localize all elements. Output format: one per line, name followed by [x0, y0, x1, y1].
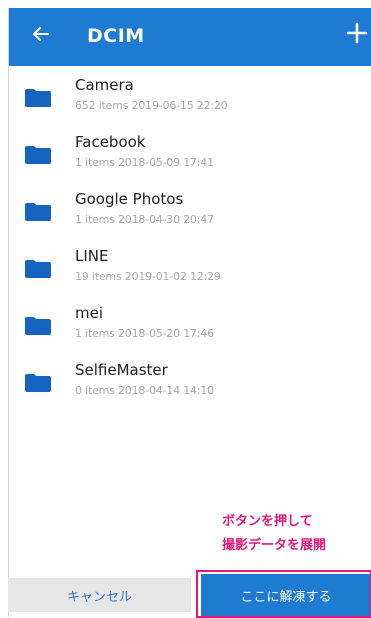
folder-row-facebook[interactable]: Facebook 1 items 2018-05-09 17:41 [9, 123, 371, 180]
folder-icon [25, 203, 51, 221]
folder-name: Camera [75, 76, 134, 94]
back-button[interactable] [27, 22, 55, 50]
folder-meta: 1 items 2018-05-20 17:46 [75, 327, 214, 340]
arrow-left-icon [31, 24, 51, 48]
folder-meta: 652 items 2019-06-15 22:20 [75, 99, 228, 112]
annotation-line-2: 撮影データを展開 [222, 538, 327, 553]
plus-icon [346, 22, 368, 48]
folder-meta: 1 items 2018-05-09 17:41 [75, 156, 214, 169]
annotation-callout: ボタンを押して 撮影データを展開 [222, 510, 326, 558]
add-folder-button[interactable] [342, 20, 371, 50]
folder-meta: 1 items 2018-04-30 20:47 [75, 213, 214, 226]
folder-icon [25, 317, 51, 335]
folder-icon [25, 374, 51, 392]
page-title: DCIM [87, 25, 145, 47]
folder-row-camera[interactable]: Camera 652 items 2019-06-15 22:20 [9, 66, 371, 123]
folder-row-selfiemaster[interactable]: SelfieMaster 0 items 2018-04-14 14:10 [9, 351, 371, 408]
folder-name: Facebook [75, 133, 146, 151]
folder-list: Camera 652 items 2019-06-15 22:20 Facebo… [9, 66, 371, 408]
bottom-action-bar: キャンセル ここに解凍する [8, 570, 371, 618]
folder-name: SelfieMaster [75, 361, 168, 379]
cancel-button[interactable]: キャンセル [8, 578, 191, 612]
folder-icon [25, 89, 51, 107]
folder-row-mei[interactable]: mei 1 items 2018-05-20 17:46 [9, 294, 371, 351]
folder-icon [25, 146, 51, 164]
folder-row-google-photos[interactable]: Google Photos 1 items 2018-04-30 20:47 [9, 180, 371, 237]
annotation-line-1: ボタンを押して [222, 514, 313, 529]
folder-name: Google Photos [75, 190, 184, 208]
folder-name: mei [75, 304, 104, 322]
folder-icon [25, 260, 51, 278]
folder-meta: 0 items 2018-04-14 14:10 [75, 384, 214, 397]
extract-here-button[interactable]: ここに解凍する [201, 574, 371, 616]
app-bar: DCIM [9, 8, 371, 66]
folder-meta: 19 items 2019-01-02 12:29 [75, 270, 221, 283]
folder-row-line[interactable]: LINE 19 items 2019-01-02 12:29 [9, 237, 371, 294]
folder-name: LINE [75, 247, 109, 265]
